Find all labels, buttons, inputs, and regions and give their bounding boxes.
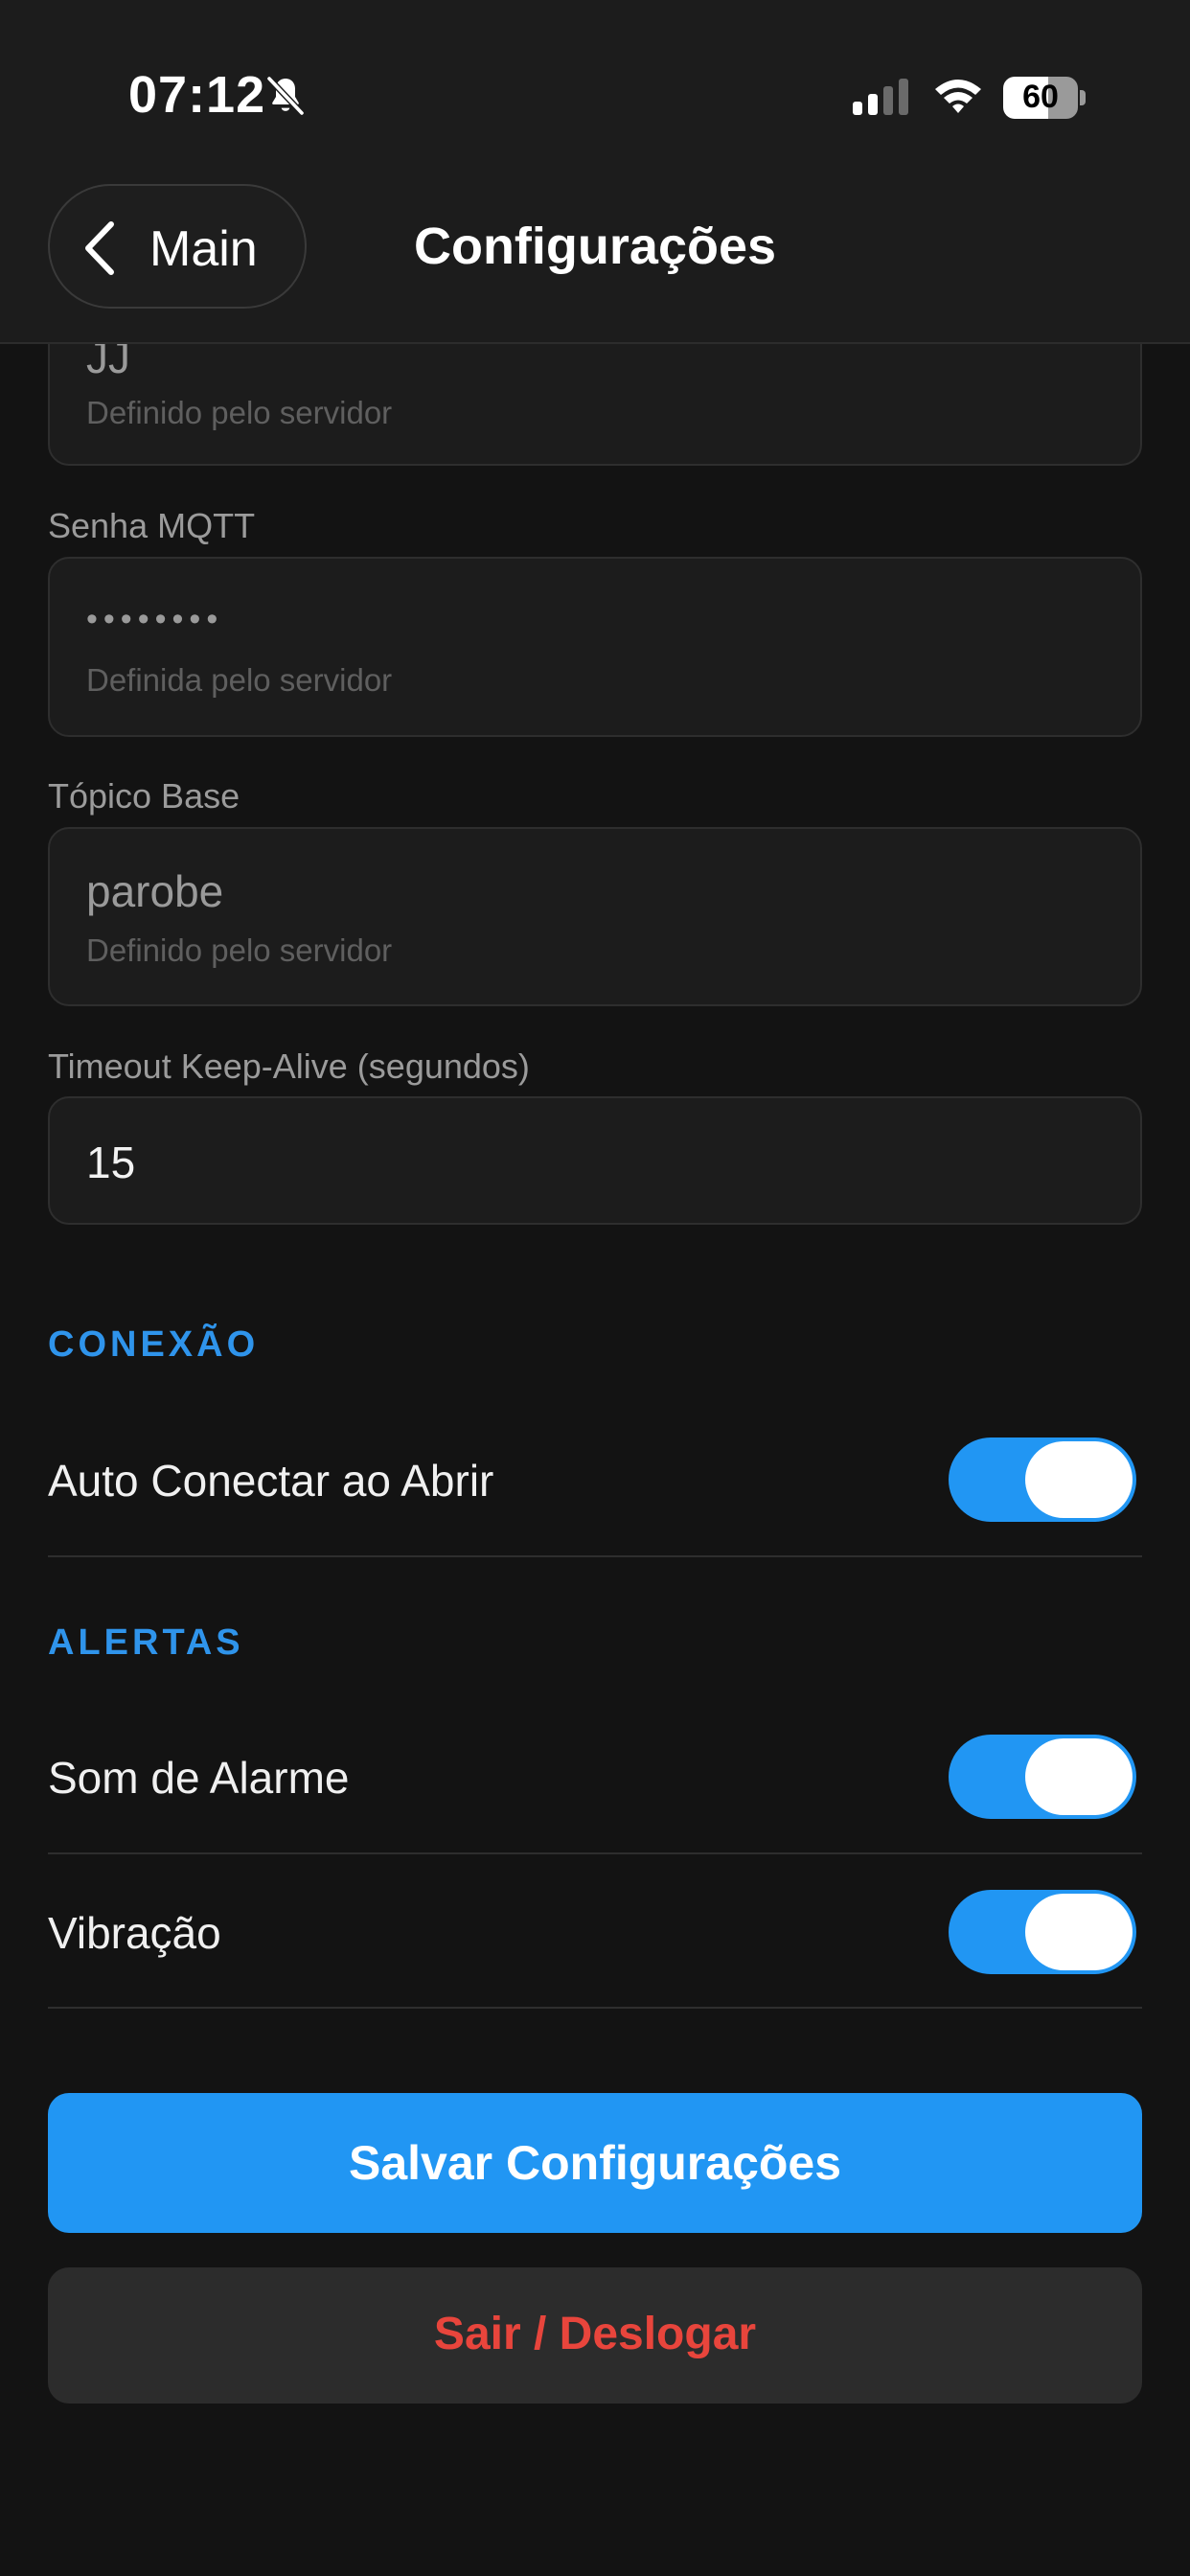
vibration-toggle[interactable] xyxy=(949,1890,1136,1974)
topic-field-value: parobe xyxy=(86,866,224,916)
divider xyxy=(48,1852,1142,1854)
status-time: 07:12 xyxy=(128,66,266,124)
battery-icon: 60 xyxy=(1003,77,1086,119)
page-title: Configurações xyxy=(413,218,777,275)
top-bar: 07:12 60 Main Configurações xyxy=(0,0,1190,344)
keepalive-input-value: 15 xyxy=(86,1138,136,1187)
save-settings-button[interactable]: Salvar Configurações xyxy=(48,2093,1142,2233)
password-field-value: •••••••• xyxy=(86,601,224,637)
password-label: Senha MQTT xyxy=(48,506,256,545)
toggle-knob xyxy=(1025,1738,1133,1815)
vibration-label: Vibração xyxy=(48,1908,221,1958)
alarm-sound-toggle[interactable] xyxy=(949,1735,1136,1819)
password-field-hint: Definida pelo servidor xyxy=(86,662,393,698)
section-title-connection: CONEXÃO xyxy=(48,1324,260,1365)
topic-field[interactable]: parobe Definido pelo servidor xyxy=(48,827,1142,1006)
topic-label: Tópico Base xyxy=(48,776,240,816)
divider xyxy=(48,2007,1142,2009)
user-field-hint: Definido pelo servidor xyxy=(86,395,393,430)
battery-level: 60 xyxy=(1022,79,1059,115)
divider xyxy=(48,1555,1142,1557)
toggle-knob xyxy=(1025,1894,1133,1970)
topic-field-hint: Definido pelo servidor xyxy=(86,932,393,968)
auto-connect-label: Auto Conectar ao Abrir xyxy=(48,1456,494,1506)
auto-connect-toggle[interactable] xyxy=(949,1438,1136,1522)
save-settings-label: Salvar Configurações xyxy=(348,2136,842,2190)
bell-slash-icon xyxy=(266,76,305,116)
wifi-icon xyxy=(935,80,981,113)
logout-button[interactable]: Sair / Deslogar xyxy=(48,2267,1142,2404)
signal-icon xyxy=(853,79,908,115)
alarm-sound-label: Som de Alarme xyxy=(48,1753,350,1803)
toggle-knob xyxy=(1025,1441,1133,1518)
keepalive-input[interactable]: 15 xyxy=(48,1096,1142,1225)
password-field[interactable]: •••••••• Definida pelo servidor xyxy=(48,557,1142,737)
logout-label: Sair / Deslogar xyxy=(433,2309,757,2359)
keepalive-label: Timeout Keep-Alive (segundos) xyxy=(48,1046,530,1086)
section-title-alerts: ALERTAS xyxy=(48,1622,244,1663)
